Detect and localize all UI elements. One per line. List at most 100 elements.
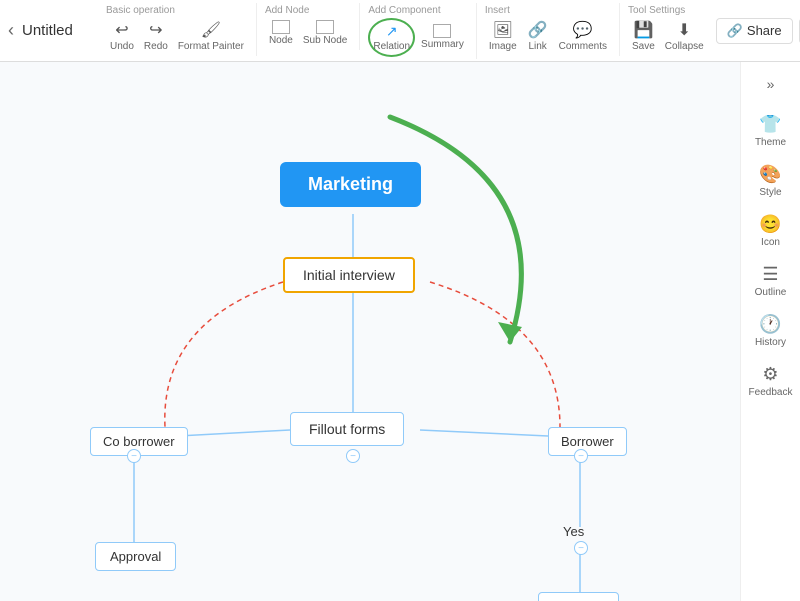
node-approval-left[interactable]: Approval: [95, 542, 176, 571]
redo-label: Redo: [144, 41, 168, 52]
icon-label: Icon: [761, 237, 780, 248]
document-title: Untitled: [22, 22, 82, 39]
group-buttons-tool-settings: 💾 Save ⬇ Collapse: [628, 18, 708, 54]
panel-collapse-button[interactable]: »: [753, 70, 789, 98]
collapse-label: Collapse: [665, 41, 704, 52]
group-buttons-insert: 🖼 Image 🔗 Link 💬 Comments: [485, 18, 611, 54]
collapse-circle-co-borrower[interactable]: −: [127, 449, 141, 463]
initial-interview-label: Initial interview: [303, 267, 395, 283]
feedback-label: Feedback: [749, 387, 793, 398]
group-add-node: Add Node Node Sub Node: [257, 3, 360, 50]
summary-label: Summary: [421, 39, 464, 50]
group-tool-settings: Tool Settings 💾 Save ⬇ Collapse: [620, 3, 716, 56]
theme-icon: 👕: [759, 114, 781, 135]
node-fillout-forms[interactable]: Fillout forms: [290, 412, 404, 446]
format-painter-icon: 🖌: [201, 20, 221, 40]
comments-button[interactable]: 💬 Comments: [555, 18, 611, 54]
style-icon: 🎨: [759, 164, 781, 185]
node-initial-interview[interactable]: Initial interview: [283, 257, 415, 293]
collapse-icon: ⬇: [678, 20, 691, 40]
yes-label: Yes: [563, 524, 584, 539]
panel-item-history[interactable]: 🕐 History: [745, 308, 797, 354]
toolbar-right: 🔗 Share 📤 Export: [716, 18, 800, 44]
redo-icon: ↪: [149, 20, 162, 40]
group-buttons-add-node: Node Sub Node: [265, 18, 351, 48]
group-label-tool-settings: Tool Settings: [628, 5, 685, 16]
collapse-circle-fillout[interactable]: −: [346, 449, 360, 463]
main-area: Marketing Initial interview Fillout form…: [0, 62, 800, 601]
relation-icon: ↗: [386, 23, 398, 40]
icon-icon: 😊: [759, 214, 781, 235]
borrower-label: Borrower: [561, 434, 614, 449]
approval-left-label: Approval: [110, 549, 161, 564]
undo-label: Undo: [110, 41, 134, 52]
relation-label: Relation: [373, 41, 410, 52]
history-label: History: [755, 337, 786, 348]
group-label-basic: Basic operation: [106, 5, 175, 16]
marketing-label: Marketing: [308, 174, 393, 195]
collapse-circle-borrower[interactable]: −: [574, 449, 588, 463]
group-basic-operation: Basic operation ↩ Undo ↪ Redo 🖌 Format P…: [98, 3, 257, 56]
panel-item-theme[interactable]: 👕 Theme: [745, 108, 797, 154]
node-yes[interactable]: Yes: [563, 524, 584, 539]
group-buttons-basic: ↩ Undo ↪ Redo 🖌 Format Painter: [106, 18, 248, 54]
sub-node-label: Sub Node: [303, 35, 347, 46]
group-label-add-node: Add Node: [265, 5, 309, 16]
node-icon: [272, 20, 290, 34]
redo-button[interactable]: ↪ Redo: [140, 18, 172, 54]
format-painter-label: Format Painter: [178, 41, 244, 52]
save-icon: 💾: [633, 20, 653, 40]
sub-node-button[interactable]: Sub Node: [299, 18, 351, 48]
share-icon: 🔗: [727, 23, 743, 39]
save-label: Save: [632, 41, 655, 52]
group-add-component: Add Component ↗ Relation Summary: [360, 3, 477, 59]
feedback-icon: ⚙: [762, 364, 778, 385]
node-label: Node: [269, 35, 293, 46]
node-borrower[interactable]: Borrower: [548, 427, 627, 456]
node-approval-right[interactable]: Approval: [538, 592, 619, 601]
sub-node-icon: [316, 20, 334, 34]
canvas[interactable]: Marketing Initial interview Fillout form…: [0, 62, 740, 601]
right-panel: » 👕 Theme 🎨 Style 😊 Icon ☰ Outline 🕐 His…: [740, 62, 800, 601]
panel-item-feedback[interactable]: ⚙ Feedback: [745, 358, 797, 404]
group-label-insert: Insert: [485, 5, 510, 16]
history-icon: 🕐: [759, 314, 781, 335]
comments-label: Comments: [559, 41, 607, 52]
node-button[interactable]: Node: [265, 18, 297, 48]
share-label: Share: [747, 23, 782, 38]
group-label-add-component: Add Component: [368, 5, 440, 16]
toolbar-groups: Basic operation ↩ Undo ↪ Redo 🖌 Format P…: [98, 3, 716, 59]
group-buttons-add-component: ↗ Relation Summary: [368, 18, 468, 57]
co-borrower-label: Co borrower: [103, 434, 175, 449]
outline-icon: ☰: [762, 264, 778, 285]
image-button[interactable]: 🖼 Image: [485, 18, 521, 54]
undo-icon: ↩: [115, 20, 128, 40]
link-button[interactable]: 🔗 Link: [523, 18, 553, 54]
share-button[interactable]: 🔗 Share: [716, 18, 793, 44]
link-label: Link: [528, 41, 546, 52]
link-icon: 🔗: [528, 20, 548, 40]
image-label: Image: [489, 41, 517, 52]
node-marketing[interactable]: Marketing: [280, 162, 421, 207]
toolbar: ‹ Untitled Basic operation ↩ Undo ↪ Redo…: [0, 0, 800, 62]
connections-svg: [0, 62, 740, 601]
summary-button[interactable]: Summary: [417, 22, 468, 52]
summary-icon: [433, 24, 451, 38]
relation-button[interactable]: ↗ Relation: [368, 18, 415, 57]
fillout-forms-label: Fillout forms: [309, 421, 385, 437]
image-icon: 🖼: [493, 20, 513, 40]
format-painter-button[interactable]: 🖌 Format Painter: [174, 18, 248, 54]
panel-item-style[interactable]: 🎨 Style: [745, 158, 797, 204]
comments-icon: 💬: [573, 20, 593, 40]
theme-label: Theme: [755, 137, 786, 148]
group-insert: Insert 🖼 Image 🔗 Link 💬 Comments: [477, 3, 620, 56]
panel-item-icon[interactable]: 😊 Icon: [745, 208, 797, 254]
collapse-circle-yes[interactable]: −: [574, 541, 588, 555]
undo-button[interactable]: ↩ Undo: [106, 18, 138, 54]
collapse-button[interactable]: ⬇ Collapse: [661, 18, 708, 54]
style-label: Style: [759, 187, 781, 198]
outline-label: Outline: [755, 287, 787, 298]
back-button[interactable]: ‹: [8, 20, 14, 41]
panel-item-outline[interactable]: ☰ Outline: [745, 258, 797, 304]
save-button[interactable]: 💾 Save: [628, 18, 659, 54]
